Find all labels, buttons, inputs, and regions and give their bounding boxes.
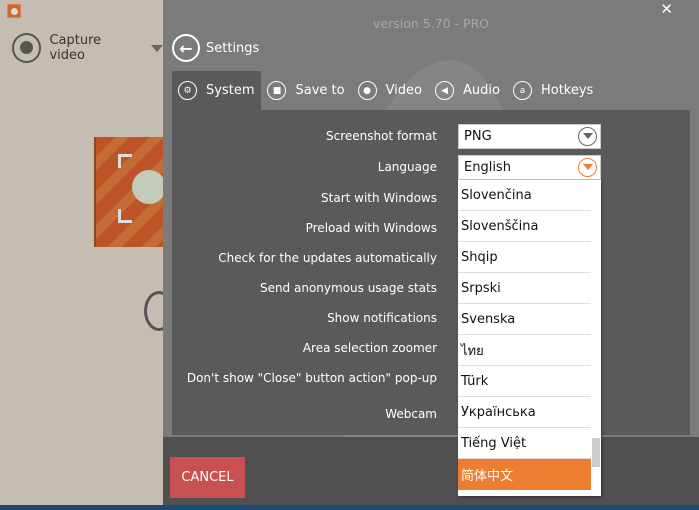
main-window-panel: Capture video xyxy=(0,0,174,505)
back-arrow-icon: ← xyxy=(172,34,200,62)
setting-label: Screenshot format xyxy=(325,129,437,143)
system-settings: Screenshot format Language Start with Wi… xyxy=(172,110,690,435)
settings-tabs: ⚙ System ■ Save to ● Video ◀ Audio a Hotkeys xyxy=(172,71,600,110)
version-label: version 5.70 - PRO xyxy=(373,16,490,31)
tab-hotkeys[interactable]: a Hotkeys xyxy=(507,71,600,110)
back-button[interactable]: ← Settings xyxy=(172,34,259,62)
gears-icon: ⚙ xyxy=(178,81,197,100)
select-value: PNG xyxy=(464,129,492,144)
tab-label: Hotkeys xyxy=(540,83,594,98)
keyboard-key-icon: a xyxy=(512,81,532,100)
setting-label: Show notifications xyxy=(327,311,437,325)
tab-system[interactable]: ⚙ System xyxy=(172,71,262,110)
language-option[interactable]: Shqip xyxy=(458,242,591,273)
record-icon xyxy=(12,33,42,63)
tab-save-to[interactable]: ■ Save to xyxy=(261,71,351,110)
corner-bracket-icon xyxy=(118,209,132,223)
language-option[interactable]: Slovenčina xyxy=(458,180,591,211)
setting-label: Preload with Windows xyxy=(305,221,437,235)
capture-mode-dropdown[interactable]: Capture video xyxy=(12,33,163,63)
select-value: English xyxy=(464,160,511,175)
language-option[interactable]: Svenska xyxy=(458,304,591,335)
tab-video[interactable]: ● Video xyxy=(352,71,429,110)
footer-bar: CANCEL xyxy=(163,437,699,505)
language-dropdown-list: Slovenčina Slovenščina Shqip Srpski Sven… xyxy=(458,180,601,496)
setting-label: Language xyxy=(377,160,437,174)
setting-label: Don't show "Close" button action" pop-up xyxy=(186,371,437,385)
setting-label: Check for the updates automatically xyxy=(218,251,437,265)
folder-icon: ■ xyxy=(267,81,287,100)
corner-bracket-icon xyxy=(118,154,132,168)
scrollbar-thumb[interactable] xyxy=(592,438,600,467)
setting-label: Start with Windows xyxy=(321,191,437,205)
language-option[interactable]: Türk xyxy=(458,366,591,397)
language-option[interactable]: Srpski xyxy=(458,273,591,304)
capture-mode-label: Capture video xyxy=(49,33,102,63)
app-logo-icon xyxy=(7,4,21,18)
screenshot-format-select[interactable]: PNG xyxy=(458,124,601,149)
language-option[interactable]: Tiếng Việt xyxy=(458,428,591,459)
close-icon[interactable]: ✕ xyxy=(660,0,673,18)
page-title: Settings xyxy=(206,40,260,56)
record-icon: ● xyxy=(357,81,377,100)
language-option[interactable]: Українська xyxy=(458,397,591,428)
capture-preview-image xyxy=(94,137,166,247)
setting-label: Area selection zoomer xyxy=(302,341,437,355)
cancel-button[interactable]: CANCEL xyxy=(170,457,245,498)
speaker-icon: ◀ xyxy=(435,81,455,100)
language-option[interactable]: Slovenščina xyxy=(458,211,591,242)
tab-label: System xyxy=(206,83,255,98)
language-select[interactable]: English xyxy=(458,155,601,180)
setting-label: Send anonymous usage stats xyxy=(259,281,437,295)
taskbar xyxy=(0,505,699,510)
chevron-down-icon xyxy=(151,44,163,52)
setting-label: Webcam xyxy=(385,407,437,421)
language-option-highlighted[interactable]: 简体中文 xyxy=(458,459,591,490)
tab-label: Save to xyxy=(295,83,345,98)
tab-audio[interactable]: ◀ Audio xyxy=(429,71,507,110)
settings-panel: version 5.70 - PRO ✕ ← Settings ⚙ System … xyxy=(163,0,699,437)
chevron-down-icon xyxy=(578,158,597,177)
tab-label: Audio xyxy=(463,83,500,98)
tab-label: Video xyxy=(385,83,423,98)
camera-dot-icon xyxy=(132,170,166,204)
language-option[interactable]: ไทย xyxy=(458,335,591,366)
chevron-down-icon xyxy=(578,127,597,146)
